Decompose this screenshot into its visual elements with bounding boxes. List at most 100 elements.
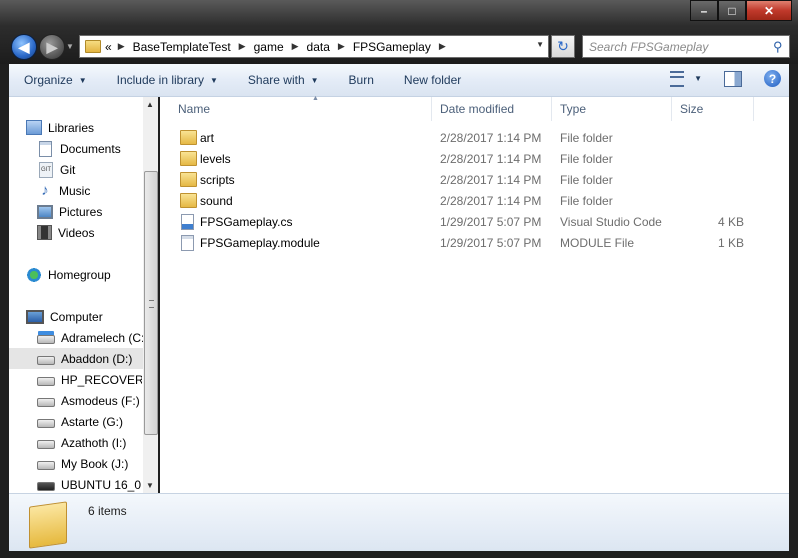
module-file-icon (181, 234, 194, 251)
list-item[interactable]: levels 2/28/2017 1:14 PM File folder (178, 148, 758, 169)
breadcrumb-separator[interactable]: ▶ (118, 41, 125, 52)
back-button[interactable]: ◀ (11, 34, 37, 60)
navigation-pane: Libraries Documents GIT Git ♪ Music Pictur… (9, 97, 158, 493)
scrollbar-thumb[interactable] (144, 171, 158, 435)
file-type: MODULE File (560, 235, 635, 250)
file-type: File folder (560, 151, 613, 166)
breadcrumb-separator[interactable]: ▶ (292, 41, 299, 52)
view-options-chevron-icon[interactable]: ▼ (694, 74, 702, 83)
share-with-button[interactable]: Share with ▼ (233, 73, 334, 87)
sidebar-item-label: Homegroup (48, 267, 111, 282)
breadcrumb: « ▶ BaseTemplateTest ▶ game ▶ data ▶ FPS… (105, 40, 454, 54)
sidebar-item-pictures[interactable]: Pictures (37, 201, 158, 222)
navigation-scrollbar[interactable]: ▲ ▼ (143, 97, 158, 493)
file-date: 2/28/2017 1:14 PM (440, 193, 542, 208)
breadcrumb-item[interactable]: game (254, 40, 284, 54)
music-icon: ♪ (41, 181, 49, 199)
breadcrumb-overflow[interactable]: « (105, 40, 112, 54)
breadcrumb-separator[interactable]: ▶ (338, 41, 345, 52)
breadcrumb-item[interactable]: data (307, 40, 330, 54)
recent-pages-dropdown[interactable]: ▼ (66, 42, 74, 51)
sidebar-item-computer[interactable]: Computer (26, 306, 158, 327)
folder-icon (29, 501, 67, 549)
change-view-icon[interactable] (670, 70, 685, 87)
list-item[interactable]: FPSGameplay.cs 1/29/2017 5:07 PM Visual St… (178, 211, 758, 232)
search-input[interactable]: Search FPSGameplay ⚲ (582, 35, 790, 58)
sidebar-item-git[interactable]: GIT Git (37, 159, 158, 180)
folder-icon (180, 130, 197, 145)
organize-button[interactable]: Organize ▼ (9, 73, 102, 87)
address-dropdown[interactable]: ▼ (536, 40, 544, 49)
share-with-label: Share with (247, 73, 305, 87)
sidebar-item-music[interactable]: ♪ Music (37, 180, 158, 201)
search-icon[interactable]: ⚲ (773, 39, 789, 55)
column-header-size[interactable]: Size (674, 97, 754, 121)
burn-button[interactable]: Burn (334, 73, 389, 87)
sidebar-item-drive-f[interactable]: Asmodeus (F:) (37, 390, 158, 411)
sidebar-item-homegroup[interactable]: Homegroup (26, 264, 158, 285)
sidebar-item-label: Libraries (48, 120, 95, 135)
forward-button[interactable]: ▶ (39, 34, 65, 60)
breadcrumb-separator[interactable]: ▶ (439, 41, 446, 52)
grip-icon (149, 300, 154, 308)
sidebar-item-libraries[interactable]: Libraries (26, 117, 158, 138)
sidebar-item-drive-c[interactable]: Adramelech (C:) (37, 327, 158, 348)
sidebar-item-label: Documents (60, 141, 121, 156)
folder-icon (180, 172, 197, 187)
videos-icon (37, 225, 52, 240)
maximize-button[interactable]: □ (718, 0, 746, 21)
include-in-library-label: Include in library (116, 73, 204, 87)
breadcrumb-item[interactable]: BaseTemplateTest (133, 40, 231, 54)
scroll-down-arrow-icon[interactable]: ▼ (146, 481, 154, 490)
sidebar-item-label: Abaddon (D:) (61, 351, 133, 366)
help-button[interactable]: ? (764, 70, 781, 87)
homegroup-icon (26, 266, 42, 283)
column-header-name[interactable]: ▲ Name (172, 95, 432, 121)
file-type: Visual Studio Code (560, 214, 662, 229)
search-placeholder: Search FPSGameplay (589, 39, 709, 54)
preview-pane-icon[interactable] (724, 70, 742, 87)
pictures-icon (37, 204, 53, 219)
sidebar-item-drive-g[interactable]: Astarte (G:) (37, 411, 158, 432)
item-count: 6 items (88, 504, 127, 518)
column-header-type[interactable]: Type (554, 97, 672, 121)
cs-file-icon (181, 213, 194, 230)
sidebar-item-drive-e[interactable]: HP_RECOVERY (E:) (37, 369, 142, 390)
address-bar[interactable]: « ▶ BaseTemplateTest ▶ game ▶ data ▶ FPS… (79, 35, 549, 58)
list-item[interactable]: art 2/28/2017 1:14 PM File folder (178, 127, 758, 148)
scroll-up-arrow-icon[interactable]: ▲ (146, 100, 154, 109)
drive-icon (37, 398, 55, 407)
column-header-date-modified[interactable]: Date modified (434, 97, 552, 121)
documents-icon (39, 140, 52, 157)
refresh-button[interactable]: ↻ (551, 35, 575, 58)
sidebar-item-label: Pictures (59, 204, 103, 219)
sidebar-item-label: Computer (50, 309, 103, 324)
sidebar-item-documents[interactable]: Documents (37, 138, 158, 159)
details-pane: 6 items (9, 493, 789, 551)
minimize-button[interactable]: – (690, 0, 718, 21)
sidebar-item-videos[interactable]: Videos (37, 222, 158, 243)
file-name: levels (200, 151, 231, 166)
file-type: File folder (560, 193, 613, 208)
sidebar-item-label: Git (60, 162, 76, 177)
list-item[interactable]: sound 2/28/2017 1:14 PM File folder (178, 190, 758, 211)
breadcrumb-item[interactable]: FPSGameplay (353, 40, 431, 54)
drive-icon (37, 461, 55, 470)
sidebar-item-label: Azathoth (I:) (61, 435, 127, 450)
list-item[interactable]: scripts 2/28/2017 1:14 PM File folder (178, 169, 758, 190)
close-button[interactable]: ✕ (746, 0, 792, 21)
sidebar-item-drive-i[interactable]: Azathoth (I:) (37, 432, 158, 453)
folder-icon (85, 40, 101, 53)
list-item[interactable]: FPSGameplay.module 1/29/2017 5:07 PM MODUL… (178, 232, 758, 253)
sidebar-item-drive-d[interactable]: Abaddon (D:) (9, 348, 143, 369)
file-date: 2/28/2017 1:14 PM (440, 151, 542, 166)
breadcrumb-separator[interactable]: ▶ (239, 41, 246, 52)
new-folder-button[interactable]: New folder (389, 73, 476, 87)
chevron-down-icon: ▼ (210, 75, 218, 85)
title-bar: – □ ✕ ◀ ▶ ▼ « ▶ BaseTemplateTest ▶ game … (0, 0, 798, 64)
refresh-icon: ↻ (557, 38, 569, 54)
include-in-library-button[interactable]: Include in library ▼ (102, 73, 233, 87)
sidebar-item-drive-j[interactable]: My Book (J:) (37, 453, 158, 474)
file-name: FPSGameplay.cs (200, 214, 293, 229)
sidebar-item-drive-k[interactable]: UBUNTU 16_0 (K:) (37, 474, 142, 493)
